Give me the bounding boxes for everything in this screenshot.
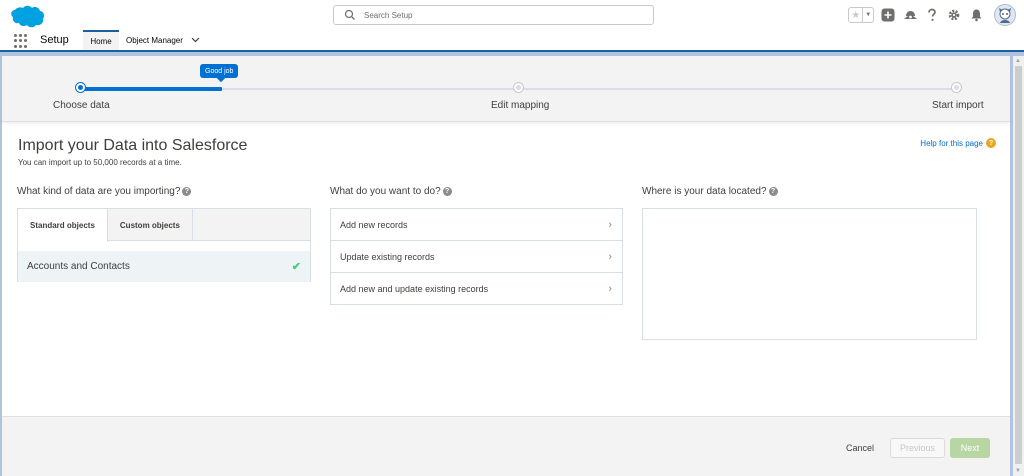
header-utility-icons: ★ ▼: [848, 4, 1016, 26]
import-wizard-panel: Good job Choose data Edit mapping Start …: [2, 56, 1010, 476]
object-option-accounts-and-contacts[interactable]: Accounts and Contacts ✔: [18, 251, 310, 282]
info-icon[interactable]: ?: [442, 187, 452, 196]
action-option-label: Update existing records: [340, 251, 435, 262]
progress-tooltip: Good job: [200, 64, 239, 78]
trailhead-icon[interactable]: [902, 7, 918, 23]
avatar[interactable]: [994, 4, 1016, 26]
location-heading: Where is your data located? ?: [642, 186, 778, 197]
bell-icon[interactable]: [968, 7, 984, 23]
tab-custom-objects[interactable]: Custom objects: [108, 209, 193, 241]
action-heading: What do you want to do? ?: [330, 186, 452, 197]
favorites-star-icon[interactable]: ★: [849, 8, 862, 22]
wizard-footer: Cancel Previous Next: [2, 416, 1010, 476]
object-type-tabs: Standard objects Custom objects: [18, 209, 310, 242]
app-launcher-icon[interactable]: [14, 34, 28, 48]
help-for-this-page-link[interactable]: Help for this page ?: [920, 138, 996, 148]
step-dot-start-import[interactable]: [952, 83, 961, 92]
step-label-choose-data: Choose data: [53, 100, 110, 111]
scrollbar-thumb[interactable]: [1015, 66, 1022, 464]
help-question-icon[interactable]: ?: [986, 138, 996, 148]
step-label-start-import: Start import: [932, 100, 984, 111]
search-input[interactable]: [364, 8, 644, 22]
chevron-right-icon: ›: [608, 218, 612, 231]
info-icon[interactable]: ?: [182, 187, 192, 196]
tab-object-manager[interactable]: Object Manager: [122, 30, 206, 50]
cancel-button[interactable]: Cancel: [842, 439, 878, 457]
tab-standard-objects[interactable]: Standard objects: [18, 209, 108, 242]
favorites-dropdown-icon[interactable]: ▼: [862, 8, 873, 22]
step-label-edit-mapping: Edit mapping: [491, 100, 550, 111]
info-icon[interactable]: ?: [768, 187, 778, 196]
salesforce-logo[interactable]: [9, 4, 45, 28]
chevron-right-icon: ›: [608, 250, 612, 263]
data-kind-heading-label: What kind of data are you importing?: [17, 186, 181, 197]
page-scrollbar[interactable]: ▲ ▼: [1013, 56, 1024, 476]
progress-bar-fill: [82, 87, 222, 91]
previous-button[interactable]: Previous: [890, 438, 945, 458]
action-heading-label: What do you want to do?: [330, 186, 441, 197]
search-setup-box[interactable]: [333, 5, 654, 25]
step-dot-choose-data[interactable]: [76, 83, 85, 92]
search-icon: [344, 9, 355, 20]
plus-icon[interactable]: [880, 7, 896, 23]
data-kind-heading: What kind of data are you importing? ?: [17, 186, 192, 197]
action-option-add-new[interactable]: Add new records ›: [331, 209, 622, 241]
tab-object-manager-label: Object Manager: [126, 35, 183, 45]
scroll-up-icon[interactable]: ▲: [1015, 58, 1021, 64]
progress-indicator: Good job Choose data Edit mapping Start …: [2, 56, 1010, 122]
action-options-list: Add new records › Update existing record…: [330, 208, 623, 305]
object-type-selector: Standard objects Custom objects Accounts…: [17, 208, 311, 282]
page-title: Import your Data into Salesforce: [18, 137, 248, 154]
global-header: ★ ▼: [0, 0, 1024, 30]
chevron-down-icon[interactable]: [191, 37, 200, 43]
help-icon[interactable]: [924, 7, 940, 23]
help-link-label[interactable]: Help for this page: [920, 139, 983, 148]
action-option-label: Add new records: [340, 219, 408, 230]
chevron-right-icon: ›: [608, 283, 612, 295]
action-option-label: Add new and update existing records: [340, 284, 489, 294]
favorites-control[interactable]: ★ ▼: [848, 7, 874, 23]
tab-home[interactable]: Home: [83, 30, 119, 50]
step-dot-edit-mapping[interactable]: [514, 83, 523, 92]
gear-icon[interactable]: [946, 7, 962, 23]
page-subtitle: You can import up to 50,000 records at a…: [18, 158, 182, 167]
location-heading-label: Where is your data located?: [642, 186, 767, 197]
scroll-down-icon[interactable]: ▼: [1015, 468, 1021, 474]
object-option-label: Accounts and Contacts: [27, 261, 130, 272]
action-option-update-existing[interactable]: Update existing records ›: [331, 241, 622, 273]
app-name: Setup: [40, 34, 69, 46]
checkmark-icon: ✔: [291, 261, 301, 273]
next-button[interactable]: Next: [950, 438, 990, 458]
app-nav-bar: Setup Home Object Manager: [0, 30, 1024, 52]
data-location-panel: [642, 208, 977, 340]
action-option-add-and-update[interactable]: Add new and update existing records ›: [331, 273, 622, 305]
